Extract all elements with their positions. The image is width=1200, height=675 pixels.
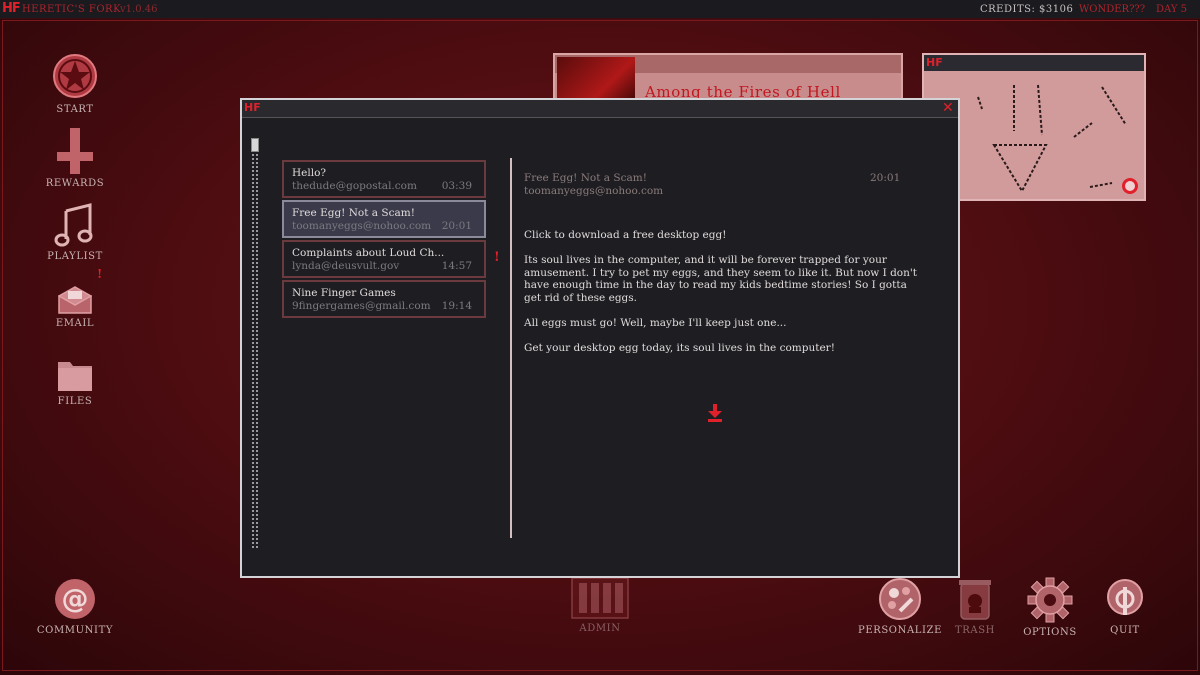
playlist-label: PLAYLIST <box>47 251 103 262</box>
admin-label: ADMIN <box>579 623 621 634</box>
music-note-icon <box>54 203 93 247</box>
mail-time: 20:01 <box>441 220 472 232</box>
desktop-icon-email[interactable]: EMAIL <box>20 286 130 329</box>
reader-paragraph: Its soul lives in the computer, and it w… <box>524 254 917 304</box>
inverted-cross-icon <box>57 128 93 174</box>
admin-panel-icon <box>571 577 629 619</box>
day-counter: DAY 5 <box>1156 4 1187 15</box>
egg-record-icon[interactable] <box>1122 178 1138 194</box>
pentagram-icon <box>53 54 97 98</box>
mail-sender: thedude@gopostal.com <box>292 180 417 192</box>
at-sign-icon: @ <box>55 579 95 619</box>
credits-counter: CREDITS: $3106 <box>980 4 1074 15</box>
playlist-alert-badge: ! <box>97 267 103 281</box>
email-label: EMAIL <box>55 318 95 329</box>
desktop-icon-start[interactable]: START <box>20 52 130 115</box>
palette-icon <box>879 578 921 620</box>
community-label: COMMUNITY <box>36 625 114 636</box>
envelope-icon <box>58 286 92 314</box>
inbox-item-selected[interactable]: Free Egg! Not a Scam! toomanyeggs@nohoo.… <box>282 200 486 238</box>
egg-drawing <box>977 84 1127 194</box>
mail-subject: Free Egg! Not a Scam! <box>292 207 415 219</box>
email-window[interactable]: HF ✕ Hello? thedude@gopostal.com 03:39 F… <box>240 98 960 578</box>
mail-sender: toomanyeggs@nohoo.com <box>292 220 432 232</box>
scrollbar-thumb[interactable] <box>251 138 259 152</box>
download-icon[interactable] <box>708 404 722 422</box>
close-button[interactable]: ✕ <box>942 100 954 116</box>
unread-alert-badge: ! <box>494 250 500 265</box>
egg-window-titlebar[interactable]: HF <box>924 55 1144 71</box>
desktop-icon-rewards[interactable]: REWARDS <box>20 128 130 189</box>
mail-subject: Hello? <box>292 167 327 179</box>
app-logo: HF <box>2 1 21 16</box>
rewards-label: REWARDS <box>45 178 105 189</box>
files-label: FILES <box>57 396 93 407</box>
email-window-titlebar[interactable]: HF ✕ <box>242 100 958 118</box>
mail-subject: Nine Finger Games <box>292 287 396 299</box>
mail-time: 14:57 <box>441 260 472 272</box>
desktop-icon-community[interactable]: @ COMMUNITY <box>20 577 130 636</box>
desktop-icon-admin[interactable]: ADMIN <box>545 577 655 634</box>
folder-icon <box>58 362 92 391</box>
mail-time: 03:39 <box>441 180 472 192</box>
inbox-item[interactable]: Nine Finger Games 9fingergames@gmail.com… <box>282 280 486 318</box>
app-version: v1.0.46 <box>120 4 158 15</box>
mail-sender: lynda@deusvult.gov <box>292 260 400 272</box>
mail-time: 19:14 <box>441 300 472 312</box>
reader-sender: toomanyeggs@nohoo.com <box>524 185 664 197</box>
inbox-item[interactable]: Hello? thedude@gopostal.com 03:39 <box>282 160 486 198</box>
reader-paragraph: All eggs must go! Well, maybe I'll keep … <box>524 317 787 329</box>
desktop-icon-playlist[interactable]: PLAYLIST <box>20 203 130 262</box>
app-title: HERETIC'S FORK <box>22 4 122 15</box>
reader-divider <box>510 158 512 538</box>
mail-subject: Complaints about Loud Ch... <box>292 247 445 259</box>
svg-text:@: @ <box>62 584 89 615</box>
inbox-scrollbar[interactable] <box>251 138 259 548</box>
desktop-icon-quit[interactable]: QUIT <box>1070 577 1180 636</box>
reader-paragraph: Click to download a free desktop egg! <box>524 229 727 241</box>
top-bar: HF HERETIC'S FORK v1.0.46 CREDITS: $3106… <box>0 0 1200 19</box>
reader-subject: Free Egg! Not a Scam! <box>524 172 647 184</box>
quit-label: QUIT <box>1110 625 1140 636</box>
start-label: START <box>56 104 94 115</box>
gear-icon <box>1027 577 1073 623</box>
desktop-icon-files[interactable]: FILES <box>20 358 130 407</box>
reader-time: 20:01 <box>870 172 901 184</box>
trash-can-icon <box>959 580 991 620</box>
egg-window-logo: HF <box>926 56 943 69</box>
inbox-item[interactable]: Complaints about Loud Ch... lynda@deusvu… <box>282 240 486 278</box>
wonder-indicator: WONDER??? <box>1079 4 1146 15</box>
reader-paragraph: Get your desktop egg today, its soul liv… <box>524 342 835 354</box>
power-icon <box>1107 579 1143 615</box>
mail-sender: 9fingergames@gmail.com <box>292 300 431 312</box>
email-window-logo: HF <box>244 101 261 114</box>
